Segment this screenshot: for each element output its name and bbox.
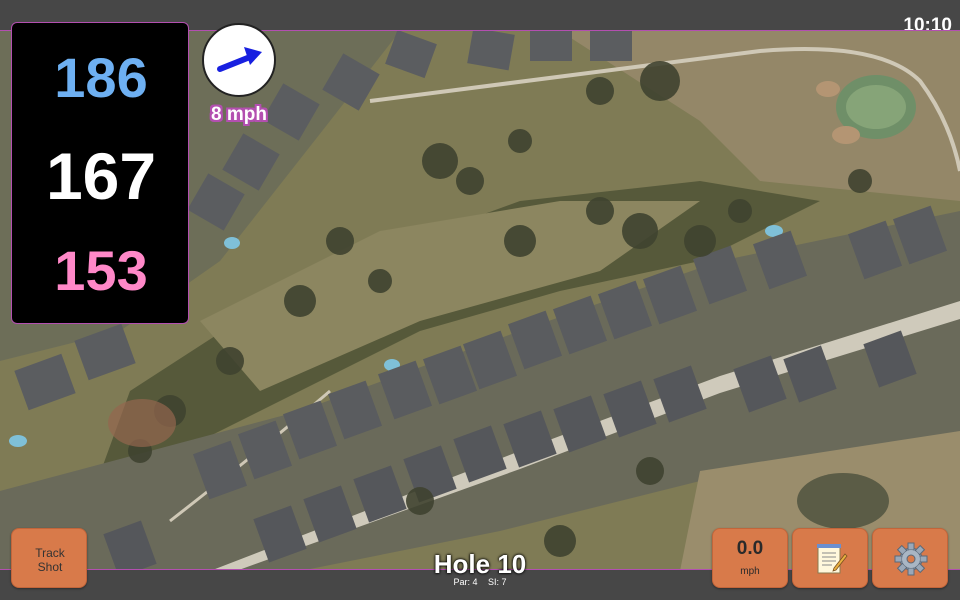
track-shot-label: Track Shot bbox=[35, 546, 65, 574]
golf-gps-screen: 10:10 186 167 153 8 mph Track Shot Hole … bbox=[0, 0, 960, 600]
gear-icon bbox=[894, 542, 928, 576]
back-distance: 186 bbox=[54, 46, 148, 109]
hole-stroke-index: SI: 7 bbox=[488, 577, 507, 587]
wind-indicator bbox=[202, 23, 276, 97]
hole-meta: Par: 4 SI: 7 bbox=[380, 577, 580, 587]
middle-distance: 167 bbox=[45, 139, 157, 213]
wind-speed: 8 mph bbox=[211, 104, 267, 125]
speed-button[interactable]: 0.0 mph bbox=[712, 528, 788, 588]
notes-button[interactable] bbox=[792, 528, 868, 588]
notepad-icon bbox=[817, 544, 848, 574]
wind-arrow-icon bbox=[217, 47, 262, 72]
hole-title: Hole 10 bbox=[433, 549, 527, 579]
distance-panel: 186 167 153 bbox=[11, 22, 189, 324]
track-shot-button[interactable]: Track Shot bbox=[11, 528, 87, 588]
speed-unit: mph bbox=[740, 566, 760, 577]
speed-value: 0.0 bbox=[736, 538, 764, 559]
settings-button[interactable] bbox=[872, 528, 948, 588]
front-distance: 153 bbox=[54, 239, 148, 302]
hole-par: Par: 4 bbox=[453, 577, 478, 587]
